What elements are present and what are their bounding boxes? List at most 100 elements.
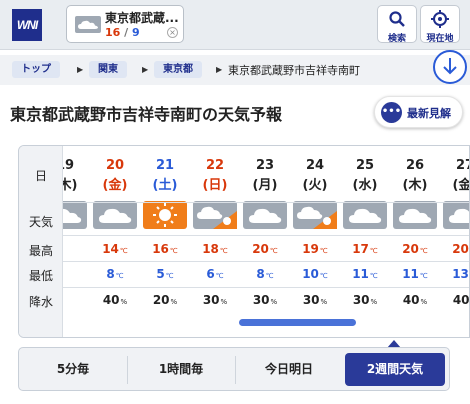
precip-chance: 30%: [202, 293, 228, 307]
chevron-right-icon: ▶: [77, 65, 84, 74]
chevron-right-icon: ▶: [216, 65, 223, 74]
remove-location-icon[interactable]: ×: [167, 27, 178, 38]
crosshair-icon: [431, 10, 449, 28]
search-icon: [389, 11, 405, 27]
row-divider: [19, 287, 469, 288]
row-label-precip: 降水: [28, 295, 53, 309]
low-temp: 8℃: [106, 267, 124, 281]
sunny-icon: [143, 201, 187, 229]
cloudy-sunny-icon: [293, 201, 337, 229]
search-button[interactable]: 検索: [377, 5, 417, 44]
low-temp: 10℃: [302, 267, 328, 281]
view-tabs: 5分毎 1時間毎 今日明日 2週間天気: [18, 347, 450, 391]
current-temps: 16 / 9: [105, 26, 140, 39]
low-temp: 11℃: [402, 267, 428, 281]
forecast-day-column: 20 (金) 14℃ 8℃ 40%: [90, 146, 140, 337]
weather-cell: [293, 201, 337, 229]
latest-commentary-button[interactable]: ••• 最新見解: [374, 96, 463, 128]
precip-chance: 30%: [252, 293, 278, 307]
day-weekday: (金): [102, 178, 128, 193]
row-divider: [19, 235, 469, 236]
weather-cell: [393, 201, 437, 229]
day-date: 23: [255, 158, 275, 173]
breadcrumb-kanto[interactable]: 関東: [89, 61, 127, 78]
precip-chance: 40%: [102, 293, 128, 307]
low-temp: 5℃: [156, 267, 174, 281]
high-temp: 16℃: [152, 242, 178, 256]
low-temp: 13℃: [452, 267, 469, 281]
high-temp: 20℃: [252, 242, 278, 256]
breadcrumb-current: 東京都武蔵野市吉祥寺南町: [228, 64, 360, 77]
row-labels: 日 天気 最高 最低 降水: [19, 146, 63, 337]
day-weekday: (火): [302, 178, 328, 193]
tab-hourly[interactable]: 1時間毎: [131, 353, 231, 386]
row-label-low: 最低: [28, 269, 53, 283]
tab-today-tomorrow[interactable]: 今日明日: [239, 353, 339, 386]
current-location-card[interactable]: 東京都武蔵... 16 / 9 ×: [66, 5, 184, 43]
latest-commentary-label: 最新見解: [407, 107, 451, 120]
current-high-temp: 16: [105, 26, 121, 39]
low-temp: 11℃: [352, 267, 378, 281]
current-low-temp: 9: [132, 26, 140, 39]
weather-cell: [343, 201, 387, 229]
temp-separator: /: [124, 26, 129, 39]
breadcrumb: トップ ▶ 関東 ▶ 東京都 ▶ 東京都武蔵野市吉祥寺南町: [0, 55, 470, 85]
forecast-columns[interactable]: 19 (木) 20 (金) 14℃ 8℃ 40% 21 (土) 16℃ 5℃ 20% 22 (日) 18℃ 6…: [43, 146, 470, 337]
day-weekday: (水): [352, 178, 378, 193]
weather-cell: [193, 201, 237, 229]
forecast-table[interactable]: 19 (木) 20 (金) 14℃ 8℃ 40% 21 (土) 16℃ 5℃ 20% 22 (日) 18℃ 6…: [18, 145, 470, 338]
tab-divider: [235, 356, 236, 384]
day-date: 24: [305, 158, 325, 173]
day-weekday: (金): [452, 178, 469, 193]
page-title: 東京都武蔵野市吉祥寺南町の天気予報: [10, 105, 283, 124]
weather-cell: [143, 201, 187, 229]
forecast-day-column: 22 (日) 18℃ 6℃ 30%: [190, 146, 240, 337]
chat-icon: •••: [381, 102, 402, 123]
breadcrumb-top[interactable]: トップ: [12, 61, 60, 78]
day-date: 21: [155, 158, 175, 173]
current-location-button[interactable]: 現在地: [420, 5, 460, 44]
day-weekday: (土): [152, 178, 178, 193]
arrow-down-icon: [443, 58, 457, 75]
high-temp: 20℃: [402, 242, 428, 256]
low-temp: 8℃: [256, 267, 274, 281]
current-location-label: 現在地: [426, 34, 454, 44]
weather-cell: [243, 201, 287, 229]
forecast-day-column: 24 (火) 19℃ 10℃ 30%: [290, 146, 340, 337]
weathernews-logo[interactable]: WNI: [12, 9, 42, 41]
forecast-day-column: 27 (金) 20℃ 13℃ 40%: [440, 146, 470, 337]
forecast-day-column: 23 (月) 20℃ 8℃ 30%: [240, 146, 290, 337]
app-header: WNI 東京都武蔵... 16 / 9 × 検索 現在地: [0, 0, 470, 50]
high-temp: 19℃: [302, 242, 328, 256]
tab-2week[interactable]: 2週間天気: [345, 353, 445, 386]
search-label: 検索: [387, 34, 406, 44]
precip-chance: 40%: [452, 293, 470, 307]
chevron-right-icon: ▶: [142, 65, 149, 74]
cloudy-icon: [343, 201, 387, 229]
row-label-weather: 天気: [28, 215, 53, 229]
day-weekday: (月): [252, 178, 278, 193]
cloudy-icon: [443, 201, 469, 229]
high-temp: 18℃: [202, 242, 228, 256]
day-date: 20: [105, 158, 125, 173]
forecast-scrollbar[interactable]: [239, 319, 356, 326]
high-temp: 17℃: [352, 242, 378, 256]
precip-chance: 30%: [352, 293, 378, 307]
precip-chance: 40%: [402, 293, 428, 307]
tab-5min[interactable]: 5分毎: [23, 353, 123, 386]
day-weekday: (日): [202, 178, 228, 193]
cloudy-icon: [75, 16, 101, 33]
row-label-date: 日: [34, 169, 47, 183]
day-date: 22: [205, 158, 225, 173]
breadcrumb-tokyo[interactable]: 東京都: [154, 61, 202, 78]
day-weekday: (木): [402, 178, 428, 193]
tab-divider: [127, 356, 128, 384]
cloudy-icon: [393, 201, 437, 229]
scroll-down-button[interactable]: [433, 50, 467, 84]
weather-cell: [443, 201, 469, 229]
weather-cell: [93, 201, 137, 229]
forecast-day-column: 21 (土) 16℃ 5℃ 20%: [140, 146, 190, 337]
forecast-day-column: 26 (木) 20℃ 11℃ 40%: [390, 146, 440, 337]
high-temp: 14℃: [102, 242, 128, 256]
current-location-name: 東京都武蔵...: [105, 11, 179, 25]
